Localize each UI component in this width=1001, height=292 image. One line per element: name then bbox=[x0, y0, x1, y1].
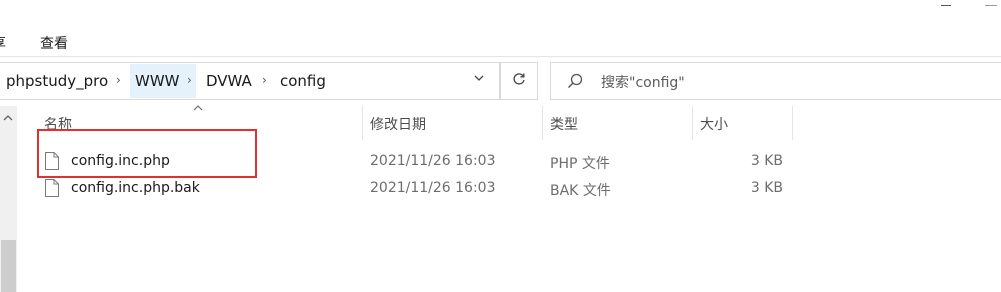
file-modified: 2021/11/26 16:03 bbox=[370, 180, 496, 196]
file-type: BAK 文件 bbox=[550, 183, 611, 199]
breadcrumb-separator-icon[interactable]: › bbox=[187, 73, 192, 87]
refresh-icon bbox=[511, 71, 527, 91]
breadcrumb-dvwa[interactable]: DVWA bbox=[206, 72, 252, 90]
breadcrumb-phpstudy-pro[interactable]: phpstudy_pro bbox=[6, 72, 108, 90]
file-size: 3 KB bbox=[750, 153, 783, 169]
column-divider[interactable] bbox=[542, 106, 543, 140]
refresh-button[interactable] bbox=[500, 62, 538, 100]
breadcrumb-config[interactable]: config bbox=[280, 72, 326, 90]
file-icon bbox=[44, 178, 60, 202]
breadcrumb-separator-icon[interactable]: › bbox=[116, 73, 121, 87]
file-type: PHP 文件 bbox=[550, 156, 610, 172]
column-header-size[interactable]: 大小 bbox=[700, 114, 728, 134]
highlight-annotation-box bbox=[37, 129, 257, 178]
ribbon-tab-view[interactable]: 查看 bbox=[40, 33, 68, 53]
search-icon bbox=[566, 72, 584, 94]
ribbon: 享 查看 bbox=[0, 0, 1001, 56]
scroll-up-icon[interactable] bbox=[3, 114, 13, 125]
file-size: 3 KB bbox=[750, 180, 783, 196]
navigation-pane-scrollbar[interactable] bbox=[0, 106, 17, 292]
ribbon-divider bbox=[0, 56, 1001, 57]
column-divider[interactable] bbox=[692, 106, 693, 140]
sort-ascending-icon bbox=[193, 101, 203, 114]
ribbon-tab-share[interactable]: 享 bbox=[0, 33, 6, 53]
chevron-down-icon[interactable] bbox=[473, 72, 485, 87]
file-modified: 2021/11/26 16:03 bbox=[370, 153, 496, 169]
address-bar[interactable]: phpstudy_pro › WWW › DVWA › config bbox=[0, 62, 500, 100]
search-input[interactable]: 搜索"config" bbox=[601, 72, 685, 92]
file-explorer-window: 享 查看 phpstudy_pro › WWW › DVWA › config bbox=[0, 0, 1001, 292]
file-row[interactable]: config.inc.php.bak 2021/11/26 16:03 BAK … bbox=[44, 176, 804, 202]
column-divider[interactable] bbox=[792, 106, 793, 140]
scrollbar-thumb[interactable] bbox=[1, 240, 16, 292]
breadcrumb-www[interactable]: WWW bbox=[135, 72, 180, 90]
column-divider[interactable] bbox=[362, 106, 363, 140]
file-name[interactable]: config.inc.php.bak bbox=[71, 180, 200, 196]
column-header-type[interactable]: 类型 bbox=[550, 114, 578, 134]
breadcrumb-separator-icon[interactable]: › bbox=[262, 73, 267, 87]
search-box[interactable]: 搜索"config" bbox=[550, 62, 1001, 100]
column-header-modified[interactable]: 修改日期 bbox=[370, 114, 426, 134]
